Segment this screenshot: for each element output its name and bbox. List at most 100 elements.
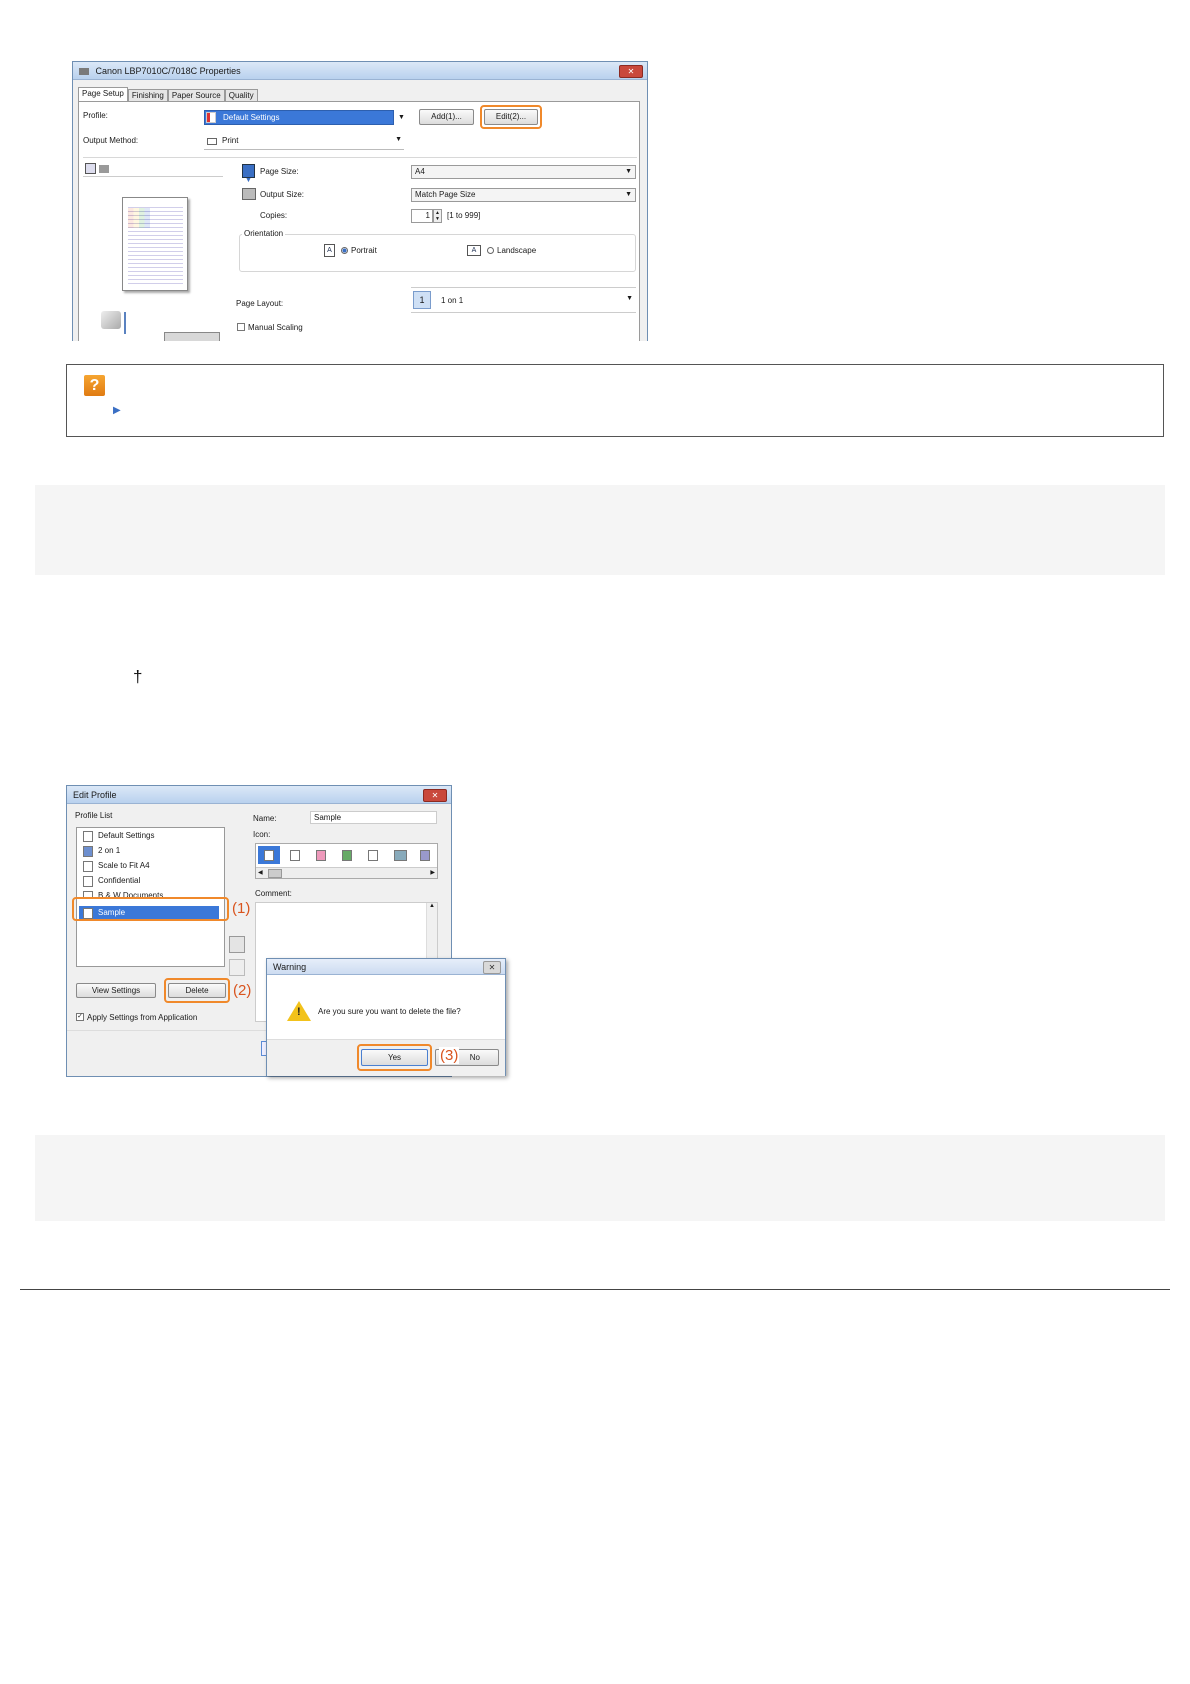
print-icon <box>207 138 217 145</box>
list-item[interactable]: Scale to Fit A4 <box>83 861 150 872</box>
profile-icon <box>83 831 93 842</box>
move-up-icon[interactable] <box>229 936 245 953</box>
icon-scrollbar[interactable]: ◀ ▶ <box>256 867 437 878</box>
name-label: Name: <box>253 814 277 823</box>
page-layout-number: 1 <box>413 291 431 309</box>
scrollbar-thumb[interactable] <box>268 869 282 878</box>
tab-page-setup[interactable]: Page Setup <box>78 87 128 102</box>
profile-icon[interactable] <box>394 850 407 861</box>
output-method-dropdown[interactable]: Print ▼ <box>204 134 404 150</box>
chevron-down-icon: ▼ <box>625 168 632 175</box>
warning-dialog: Warning ✕ ! Are you sure you want to del… <box>266 958 506 1076</box>
copies-input[interactable]: 1 <box>411 209 433 223</box>
list-item[interactable]: Confidential <box>83 876 140 887</box>
properties-title: Canon LBP7010C/7018C Properties <box>95 66 241 76</box>
landscape-icon: A <box>467 245 481 256</box>
profile-value: Default Settings <box>223 113 280 122</box>
output-method-label: Output Method: <box>83 136 139 145</box>
step-marker-3: (3) <box>439 1047 460 1064</box>
page-layout-value: 1 on 1 <box>441 296 464 305</box>
properties-dialog: Canon LBP7010C/7018C Properties ✕ Page S… <box>72 61 648 341</box>
chevron-down-icon[interactable]: ▼ <box>395 110 408 125</box>
warning-message: Are you sure you want to delete the file… <box>318 1007 461 1016</box>
warning-title: Warning <box>273 962 307 972</box>
printer-indicator-icon <box>124 312 126 334</box>
sample-highlight <box>72 897 229 921</box>
list-item[interactable]: Default Settings <box>83 831 154 842</box>
page-size-value: A4 <box>415 167 425 176</box>
orientation-label: Orientation <box>242 229 286 238</box>
tab-bar: Page Setup Finishing Paper Source Qualit… <box>78 86 258 102</box>
profile-icon[interactable] <box>264 850 274 861</box>
orientation-group <box>239 234 636 272</box>
yes-button[interactable]: Yes <box>361 1049 428 1066</box>
info-band <box>35 1135 1165 1221</box>
page-layout-label: Page Layout: <box>236 299 284 308</box>
delete-button[interactable]: Delete <box>168 983 226 998</box>
icon-picker[interactable]: ◀ ▶ <box>255 843 438 879</box>
layout-view-icon[interactable] <box>85 163 96 174</box>
page-size-label: Page Size: <box>260 167 299 176</box>
move-down-icon[interactable] <box>229 959 245 976</box>
page-preview-image <box>122 197 188 291</box>
profile-icon <box>206 112 216 123</box>
page-size-dropdown[interactable]: A4 ▼ <box>411 165 636 179</box>
output-size-icon <box>242 188 256 200</box>
edit-profile-titlebar: Edit Profile ✕ <box>67 786 451 804</box>
question-icon: ? <box>84 375 105 396</box>
copies-stepper[interactable]: ▲ ▼ <box>433 209 442 223</box>
close-icon[interactable]: ✕ <box>619 65 643 78</box>
printer-view-icon[interactable] <box>99 165 109 173</box>
profile-icon[interactable] <box>420 850 430 861</box>
profile-list-label: Profile List <box>75 811 113 820</box>
copies-range: [1 to 999] <box>447 211 481 220</box>
apply-settings-checkbox[interactable]: ✓ <box>76 1013 84 1021</box>
list-item[interactable]: 2 on 1 <box>83 846 120 857</box>
close-icon[interactable]: ✕ <box>483 961 501 974</box>
dagger-icon: † <box>133 667 143 686</box>
output-size-dropdown[interactable]: Match Page Size ▼ <box>411 188 636 202</box>
no-button-label: No <box>469 1053 480 1062</box>
info-band <box>35 485 1165 575</box>
close-icon[interactable]: ✕ <box>423 789 447 802</box>
profile-icon[interactable] <box>290 850 300 861</box>
name-input[interactable]: Sample <box>310 811 437 824</box>
landscape-radio[interactable] <box>487 247 494 254</box>
portrait-icon: A <box>324 244 335 257</box>
output-size-label: Output Size: <box>260 190 305 199</box>
landscape-label: Landscape <box>497 246 537 255</box>
arrow-down-icon: ▼ <box>245 177 252 184</box>
profile-icon[interactable] <box>342 850 352 861</box>
warning-titlebar: Warning ✕ <box>267 959 505 975</box>
tab-panel: Profile: Default Settings ▼ Add(1)... Ed… <box>78 101 640 341</box>
portrait-label: Portrait <box>351 246 377 255</box>
chevron-left-icon[interactable]: ◀ <box>258 868 263 878</box>
profile-label: Profile: <box>83 111 108 120</box>
profile-icon <box>83 861 93 872</box>
output-method-value: Print <box>222 136 239 145</box>
properties-titlebar: Canon LBP7010C/7018C Properties ✕ <box>73 62 647 80</box>
page-size-icon <box>242 164 255 178</box>
printer-image-icon <box>101 311 121 329</box>
add-button[interactable]: Add(1)... <box>419 109 474 125</box>
chevron-down-icon[interactable]: ▼ <box>395 136 402 143</box>
divider <box>83 157 637 158</box>
profile-icon <box>83 846 93 857</box>
icon-label: Icon: <box>253 830 271 839</box>
profile-icon[interactable] <box>368 850 378 861</box>
warning-icon-glyph: ! <box>297 1006 301 1018</box>
manual-scaling-checkbox[interactable] <box>237 323 245 331</box>
profile-dropdown[interactable]: Default Settings <box>204 110 394 125</box>
profile-icon[interactable] <box>316 850 326 861</box>
chevron-right-icon[interactable]: ▶ <box>430 868 435 878</box>
arrow-bullet-icon: ▶ <box>113 405 121 416</box>
edit-button[interactable]: Edit(2)... <box>484 109 538 125</box>
step-marker-2: (2) <box>233 982 252 999</box>
portrait-radio[interactable] <box>341 247 348 254</box>
page-layout-dropdown[interactable]: 1 1 on 1 ▼ <box>411 287 636 313</box>
output-size-value: Match Page Size <box>415 190 476 199</box>
view-settings-button[interactable]: View Settings <box>76 983 156 998</box>
chevron-down-icon: ▼ <box>625 191 632 198</box>
comment-label: Comment: <box>255 889 292 898</box>
copies-label: Copies: <box>260 211 288 220</box>
